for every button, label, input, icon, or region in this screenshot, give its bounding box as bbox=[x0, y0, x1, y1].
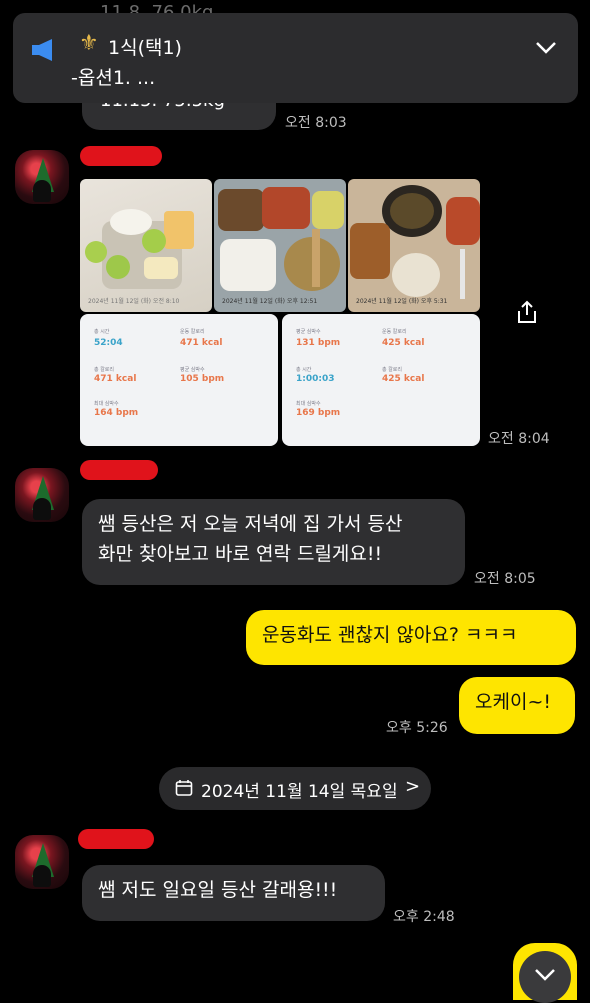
scroll-down-icon[interactable] bbox=[513, 943, 577, 1003]
stat-label: 총 칼로리 bbox=[94, 367, 114, 373]
photo-lunch-tray[interactable]: 2024년 11월 12일 (화) 오후 12:51 bbox=[214, 179, 346, 312]
stat-value: 131 bpm bbox=[296, 338, 341, 348]
stat-value: 105 bpm bbox=[180, 374, 225, 384]
date-label: 2024년 11월 14일 목요일 bbox=[201, 782, 398, 802]
stat-label: 평균 심박수 bbox=[296, 329, 321, 335]
stat-label: 운동 칼로리 bbox=[180, 329, 205, 335]
message-text: 오케이~! bbox=[475, 691, 551, 713]
message-text: 쌤 등산은 저 오늘 저녁에 집 가서 등산 bbox=[98, 513, 403, 535]
date-divider[interactable]: 2024년 11월 14일 목요일 > bbox=[159, 767, 431, 810]
stat-value: 425 kcal bbox=[382, 338, 425, 348]
sender-name-redacted bbox=[80, 146, 162, 166]
photo-caption: 2024년 11월 12일 (화) 오전 8:10 bbox=[88, 298, 180, 305]
my-message-bubble[interactable]: 운동화도 괜찮지 않아요? ㅋㅋㅋ bbox=[246, 610, 576, 665]
stat-value: 425 kcal bbox=[382, 374, 425, 384]
message-time: 오후 5:26 bbox=[386, 720, 448, 736]
stat-value: 471 kcal bbox=[94, 374, 137, 384]
stat-label: 최대 심박수 bbox=[296, 401, 321, 407]
megaphone-icon bbox=[30, 37, 58, 67]
stat-label: 총 칼로리 bbox=[382, 367, 402, 373]
photo-caption: 2024년 11월 12일 (화) 오후 12:51 bbox=[222, 298, 318, 305]
message-text: 쌤 저도 일요일 등산 갈래용!!! bbox=[98, 879, 338, 901]
calendar-icon bbox=[175, 779, 193, 801]
stat-value: 471 kcal bbox=[180, 338, 223, 348]
stat-label: 총 시간 bbox=[296, 367, 312, 373]
chevron-down-icon[interactable] bbox=[533, 39, 559, 61]
notice-banner[interactable]: ⚜ 1식(택1) -옵션1. ... bbox=[13, 13, 578, 103]
stat-value: 52:04 bbox=[94, 338, 123, 348]
stat-value: 169 bpm bbox=[296, 408, 341, 418]
message-bubble[interactable]: 쌤 등산은 저 오늘 저녁에 집 가서 등산 화만 찾아보고 바로 연락 드릴게… bbox=[82, 499, 465, 585]
photo-fruit-tray[interactable]: 2024년 11월 12일 (화) 오전 8:10 bbox=[80, 179, 212, 312]
workout-stats-card[interactable]: 평균 심박수 131 bpm 운동 칼로리 425 kcal 총 시간 1:00… bbox=[282, 314, 480, 446]
avatar[interactable] bbox=[15, 468, 69, 522]
stat-label: 총 시간 bbox=[94, 329, 110, 335]
photo-caption: 2024년 11월 12일 (화) 오후 5:31 bbox=[356, 298, 448, 305]
sender-name-redacted bbox=[78, 829, 154, 849]
sender-name-redacted bbox=[80, 460, 158, 480]
avatar[interactable] bbox=[15, 150, 69, 204]
message-time: 오전 8:04 bbox=[488, 431, 550, 447]
workout-stats-card[interactable]: 총 시간 52:04 운동 칼로리 471 kcal 총 칼로리 471 kca… bbox=[80, 314, 278, 446]
notice-subtitle: -옵션1. ... bbox=[71, 67, 156, 89]
message-time: 오전 8:03 bbox=[285, 115, 347, 131]
notice-title: 1식(택1) bbox=[108, 37, 182, 59]
message-time: 오전 8:05 bbox=[474, 571, 536, 587]
stat-value: 164 bpm bbox=[94, 408, 139, 418]
stat-value: 1:00:03 bbox=[296, 374, 335, 384]
message-time: 오후 2:48 bbox=[393, 909, 455, 925]
message-text: 화만 찾아보고 바로 연락 드릴게요!! bbox=[98, 543, 383, 565]
stat-label: 운동 칼로리 bbox=[382, 329, 407, 335]
stat-label: 평균 심박수 bbox=[180, 367, 205, 373]
chevron-right-icon: > bbox=[405, 776, 421, 797]
share-icon[interactable] bbox=[513, 298, 541, 330]
photo-dinner-table[interactable]: 2024년 11월 12일 (화) 오후 5:31 bbox=[348, 179, 480, 312]
stat-label: 최대 심박수 bbox=[94, 401, 119, 407]
my-message-bubble[interactable]: 오케이~! bbox=[459, 677, 575, 734]
fleur-de-lis-icon: ⚜ bbox=[79, 31, 99, 56]
message-text: 운동화도 괜찮지 않아요? ㅋㅋㅋ bbox=[262, 624, 518, 646]
avatar[interactable] bbox=[15, 835, 69, 889]
message-bubble[interactable]: 쌤 저도 일요일 등산 갈래용!!! bbox=[82, 865, 385, 921]
